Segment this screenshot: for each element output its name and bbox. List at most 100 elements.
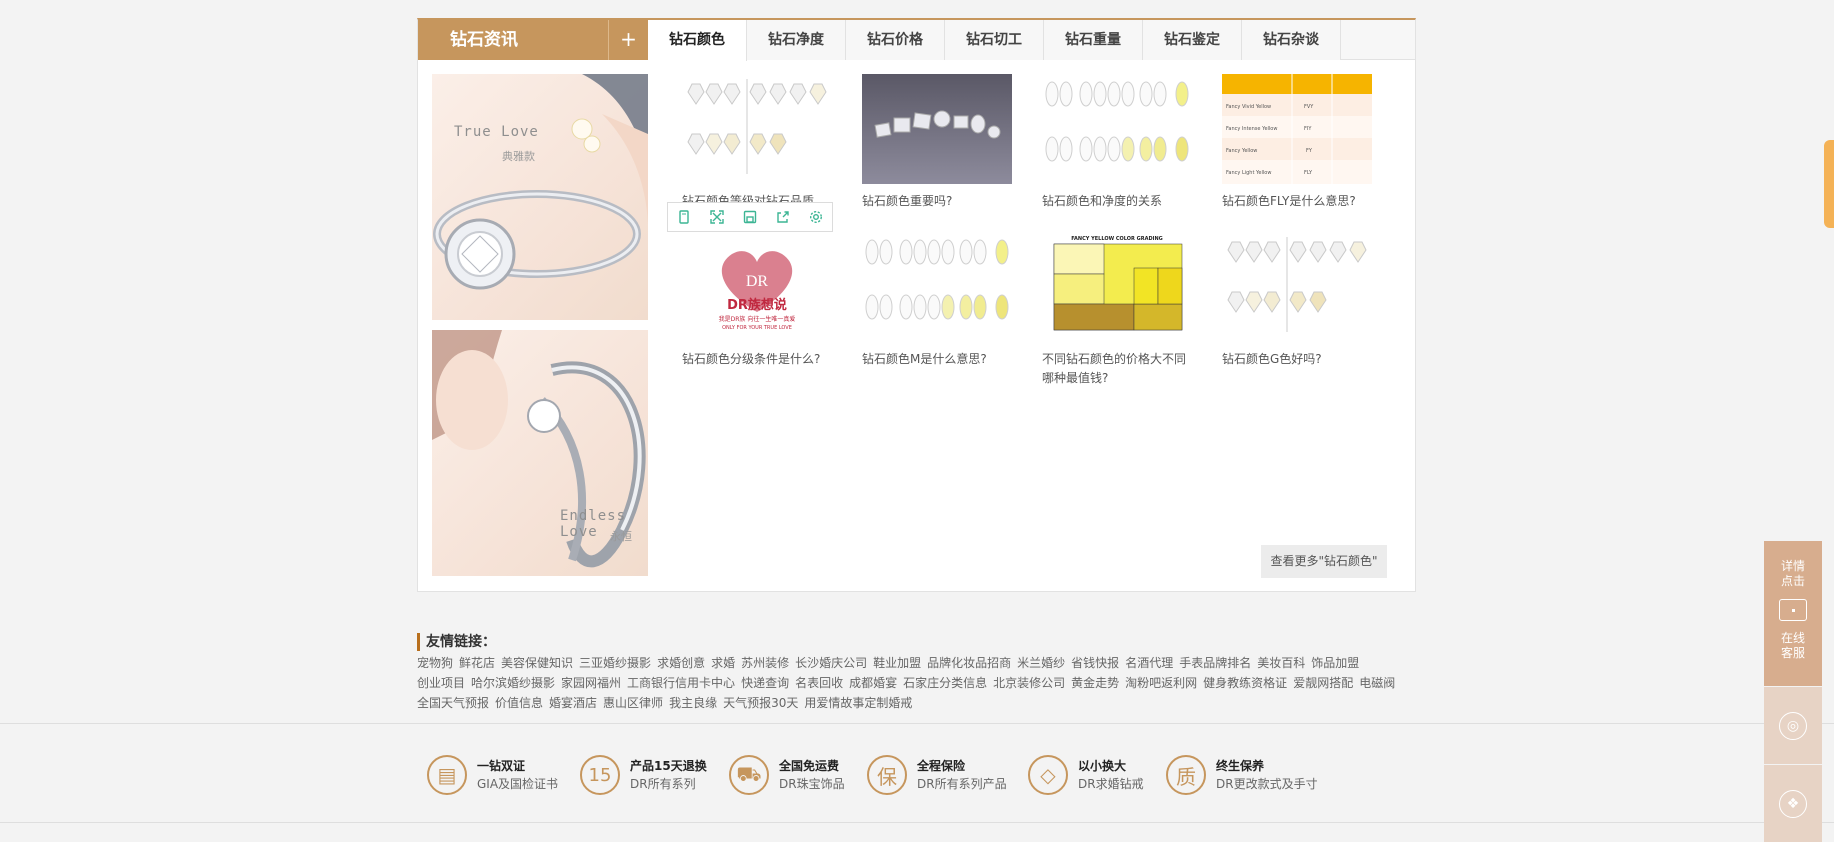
friend-link[interactable]: 石家庄分类信息 (903, 676, 987, 690)
link-row: 创业项目 哈尔滨婚纱摄影 家园网福州 工商银行信用卡中心 快递查询 名表回收 成都婚宴 石家庄… (417, 675, 1417, 691)
friend-link[interactable]: 米兰婚纱 (1017, 656, 1065, 670)
news-caption[interactable]: 钻石颜色分级条件是什么? (682, 350, 832, 369)
side-service-text: 客服 (1780, 646, 1805, 660)
friend-link[interactable]: 名表回收 (795, 676, 843, 690)
floating-toolbar (667, 202, 833, 232)
service-title: 全程保险 (917, 759, 966, 773)
copy-icon[interactable] (672, 205, 696, 229)
news-caption[interactable]: 钻石颜色M是什么意思? (862, 350, 1012, 369)
tab-diamond-cut[interactable]: 钻石切工 (945, 20, 1044, 60)
friend-link[interactable]: 三亚婚纱摄影 (579, 656, 651, 670)
news-item[interactable]: 钻石颜色和净度的关系 (1042, 74, 1202, 211)
tab-diamond-identification[interactable]: 钻石鉴定 (1143, 20, 1242, 60)
fly-code-0: FVY (1304, 104, 1314, 110)
tab-diamond-color[interactable]: 钻石颜色 (648, 20, 747, 61)
service-item: ▤ 一钻双证 GIA及国检证书 (427, 752, 558, 798)
friend-link[interactable]: 快递查询 (741, 676, 789, 690)
service-item: 15 产品15天退换 DR所有系列 (580, 752, 707, 798)
friend-link[interactable]: 省钱快报 (1071, 656, 1119, 670)
friend-link[interactable]: 宠物狗 (417, 656, 453, 670)
news-item[interactable]: 钻石颜色重要吗? (862, 74, 1022, 211)
friend-link[interactable]: 淘粉吧返利网 (1125, 676, 1197, 690)
side-gift-button[interactable]: ❖ (1764, 765, 1822, 842)
service-sub: DR更改款式及手寸 (1216, 777, 1318, 791)
fly-row-0: Fancy Vivid Yellow (1226, 104, 1271, 110)
news-item[interactable]: 钻石颜色等级对钻石品质 (682, 74, 842, 206)
service-title: 全国免运费 (779, 759, 840, 773)
news-item[interactable]: 钻石颜色M是什么意思? (862, 232, 1022, 369)
friend-link[interactable]: 黄金走势 (1071, 676, 1119, 690)
friend-link[interactable]: 饰品加盟 (1311, 656, 1359, 670)
friend-link[interactable]: 苏州装修 (741, 656, 789, 670)
news-caption[interactable]: 钻石颜色FLY是什么意思? (1222, 192, 1372, 211)
side-ring-button[interactable]: ◎ (1764, 687, 1822, 764)
side-detail-text: 详情 (1780, 559, 1805, 573)
banner-true-love[interactable]: True Love 典雅款 (432, 74, 648, 320)
friend-link[interactable]: 爱靓网搭配 (1293, 676, 1353, 690)
fly-row-2: Fancy Yellow (1226, 148, 1257, 154)
news-item[interactable]: Fancy Vivid Yellow Fancy Intense Yellow … (1222, 74, 1382, 211)
expand-plus-button[interactable]: + (608, 20, 648, 60)
friend-link[interactable]: 鞋业加盟 (873, 656, 921, 670)
friend-link[interactable]: 北京装修公司 (993, 676, 1065, 690)
friend-link[interactable]: 家园网福州 (561, 676, 621, 690)
friend-link[interactable]: 长沙婚庆公司 (795, 656, 867, 670)
online-service-button[interactable]: 详情 点击 在线 客服 (1764, 541, 1822, 686)
share-icon[interactable] (771, 205, 795, 229)
news-thumb-g-color-chart (1222, 232, 1372, 342)
service-title: 终生保养 (1216, 759, 1265, 773)
tab-diamond-clarity[interactable]: 钻石净度 (747, 20, 846, 60)
fly-code-3: FLY (1304, 170, 1313, 176)
certificate-icon: ▤ (427, 755, 467, 795)
friend-link[interactable]: 鲜花店 (459, 656, 495, 670)
quality-icon: 质 (1166, 755, 1206, 795)
section-title: 钻石资讯 (418, 20, 608, 60)
right-edge-tab[interactable] (1824, 140, 1834, 228)
news-caption[interactable]: 钻石颜色G色好吗? (1222, 350, 1372, 369)
friend-link[interactable]: 手表品牌排名 (1179, 656, 1251, 670)
chat-icon (1779, 599, 1807, 621)
side-online-text: 在线 (1780, 631, 1805, 645)
news-caption[interactable]: 不同钻石颜色的价格大不同 哪种最值钱? (1042, 350, 1192, 388)
friend-link[interactable]: 工商银行信用卡中心 (627, 676, 735, 690)
friend-link[interactable]: 创业项目 (417, 676, 465, 690)
friend-link[interactable]: 名酒代理 (1125, 656, 1173, 670)
tab-diamond-weight[interactable]: 钻石重量 (1044, 20, 1143, 60)
gear-icon[interactable] (804, 205, 828, 229)
fly-row-1: Fancy Intense Yellow (1226, 126, 1277, 132)
news-caption[interactable]: 钻石颜色重要吗? (862, 192, 1012, 211)
friend-link[interactable]: 婚宴酒店 (549, 696, 597, 710)
friend-link[interactable]: 电磁阀 (1359, 676, 1395, 690)
links-title: 友情链接： (417, 633, 1417, 651)
friend-link[interactable]: 用爱情故事定制婚戒 (804, 696, 912, 710)
dr-en-text: ONLY FOR YOUR TRUE LOVE (722, 325, 792, 331)
friend-link[interactable]: 成都婚宴 (849, 676, 897, 690)
friend-link[interactable]: 全国天气预报 (417, 696, 489, 710)
tab-diamond-price[interactable]: 钻石价格 (846, 20, 945, 60)
friend-link[interactable]: 美妆百科 (1257, 656, 1305, 670)
friend-link[interactable]: 品牌化妆品招商 (927, 656, 1011, 670)
friend-link[interactable]: 价值信息 (495, 696, 543, 710)
ring-icon: ◎ (1779, 711, 1807, 740)
friend-link[interactable]: 求婚创意 (657, 656, 705, 670)
tab-diamond-misc[interactable]: 钻石杂谈 (1242, 20, 1341, 60)
service-sub: DR求婚钻戒 (1078, 777, 1144, 791)
news-item[interactable]: FANCY YELLOW COLOR GRADING 不同钻石颜色的价格大不同 … (1042, 232, 1202, 388)
friend-link[interactable]: 惠山区律师 (603, 696, 663, 710)
fullscreen-icon[interactable] (705, 205, 729, 229)
friend-link[interactable]: 求婚 (711, 656, 735, 670)
friend-link[interactable]: 健身教练资格证 (1203, 676, 1287, 690)
friend-link[interactable]: 天气预报30天 (723, 696, 798, 710)
save-icon[interactable] (738, 205, 762, 229)
service-sub: DR所有系列产品 (917, 777, 1007, 791)
friend-link[interactable]: 哈尔滨婚纱摄影 (471, 676, 555, 690)
news-item[interactable]: DR DR族想说 我是DR族 向往一生唯一真爱 ONLY FOR YOUR TR… (682, 232, 842, 369)
news-thumb-m-color-chart (862, 232, 1012, 342)
banner-endless-love[interactable]: Endless Love 永恒 (432, 330, 648, 576)
fly-row-3: Fancy Light Yellow (1226, 170, 1271, 176)
news-item[interactable]: 钻石颜色G色好吗? (1222, 232, 1382, 369)
friend-link[interactable]: 美容保健知识 (501, 656, 573, 670)
friend-link[interactable]: 我主良缘 (669, 696, 717, 710)
news-caption[interactable]: 钻石颜色和净度的关系 (1042, 192, 1192, 211)
view-more-button[interactable]: 查看更多"钻石颜色" (1261, 545, 1387, 578)
